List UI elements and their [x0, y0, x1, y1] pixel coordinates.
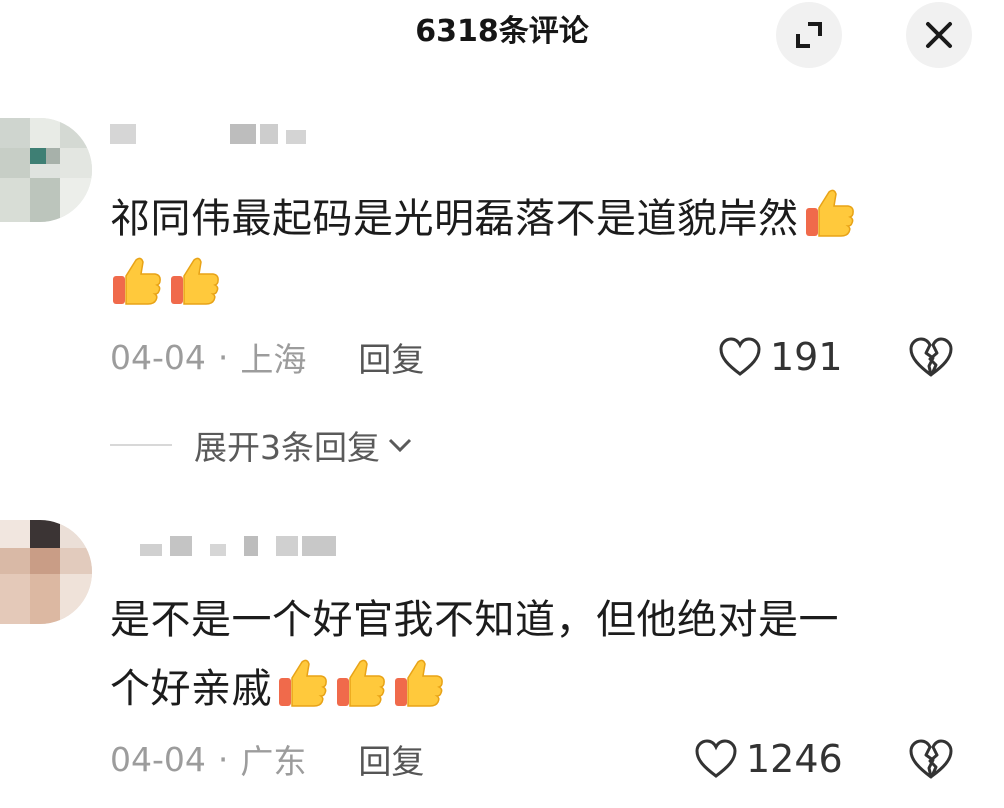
- comment-location: 广东: [240, 742, 307, 781]
- divider-line: [110, 444, 172, 446]
- heart-outline-icon: [695, 739, 737, 778]
- separator-dot: ·: [217, 739, 229, 779]
- like-button[interactable]: 191: [718, 332, 843, 382]
- expand-button[interactable]: [776, 2, 842, 68]
- like-count: 191: [770, 335, 843, 379]
- comments-sheet: 6318条评论 祁同伟最起码是光明磊落不是道貌岸然 04-04 · 上海 回复 …: [0, 0, 1004, 808]
- expand-corner-icon: [796, 22, 822, 48]
- broken-heart-icon: [909, 739, 953, 779]
- thumbs-up-emoji-icon: [334, 656, 388, 710]
- username-blurred[interactable]: [110, 124, 310, 144]
- comment-text-line2-wrap: 个好亲戚: [110, 656, 446, 719]
- dislike-button[interactable]: [908, 332, 954, 382]
- avatar[interactable]: [0, 118, 92, 222]
- avatar[interactable]: [0, 520, 92, 624]
- thumbs-up-emoji-icon: [168, 254, 222, 308]
- comment-text-line1: 是不是一个好官我不知道，但他绝对是一: [110, 597, 839, 643]
- comment-text: 祁同伟最起码是光明磊落不是道貌岸然: [110, 186, 857, 249]
- heart-outline-icon: [719, 337, 761, 376]
- thumbs-up-emoji-icon: [110, 254, 164, 308]
- thumbs-up-emoji-icon: [276, 656, 330, 710]
- reply-button[interactable]: 回复: [358, 735, 424, 783]
- comment-date: 04-04: [110, 337, 206, 377]
- comment-date: 04-04: [110, 739, 206, 779]
- close-icon: [926, 22, 952, 48]
- reply-button[interactable]: 回复: [358, 333, 424, 381]
- close-button[interactable]: [906, 2, 972, 68]
- comment-meta: 04-04 · 广东 回复: [110, 734, 424, 784]
- broken-heart-icon: [909, 337, 953, 377]
- thumbs-up-emoji-icon: [803, 186, 857, 240]
- comments-count-title: 6318条评论: [415, 14, 589, 49]
- thumbs-up-emoji-icon: [392, 656, 446, 710]
- comment-location: 上海: [240, 340, 307, 379]
- comment-text-line1: 祁同伟最起码是光明磊落不是道貌岸然: [110, 196, 799, 242]
- separator-dot: ·: [217, 337, 229, 377]
- expand-replies-label: 展开3条回复: [194, 428, 380, 467]
- like-count: 1246: [746, 737, 843, 781]
- chevron-down-icon: [388, 438, 412, 453]
- expand-replies-button[interactable]: 展开3条回复: [110, 420, 414, 470]
- dislike-button[interactable]: [908, 734, 954, 784]
- comment-meta: 04-04 · 上海 回复: [110, 332, 424, 382]
- like-button[interactable]: 1246: [694, 734, 843, 784]
- comment-emoji-row: [110, 254, 222, 317]
- comment-text-line2: 个好亲戚: [110, 666, 272, 712]
- username-blurred[interactable]: [140, 536, 340, 556]
